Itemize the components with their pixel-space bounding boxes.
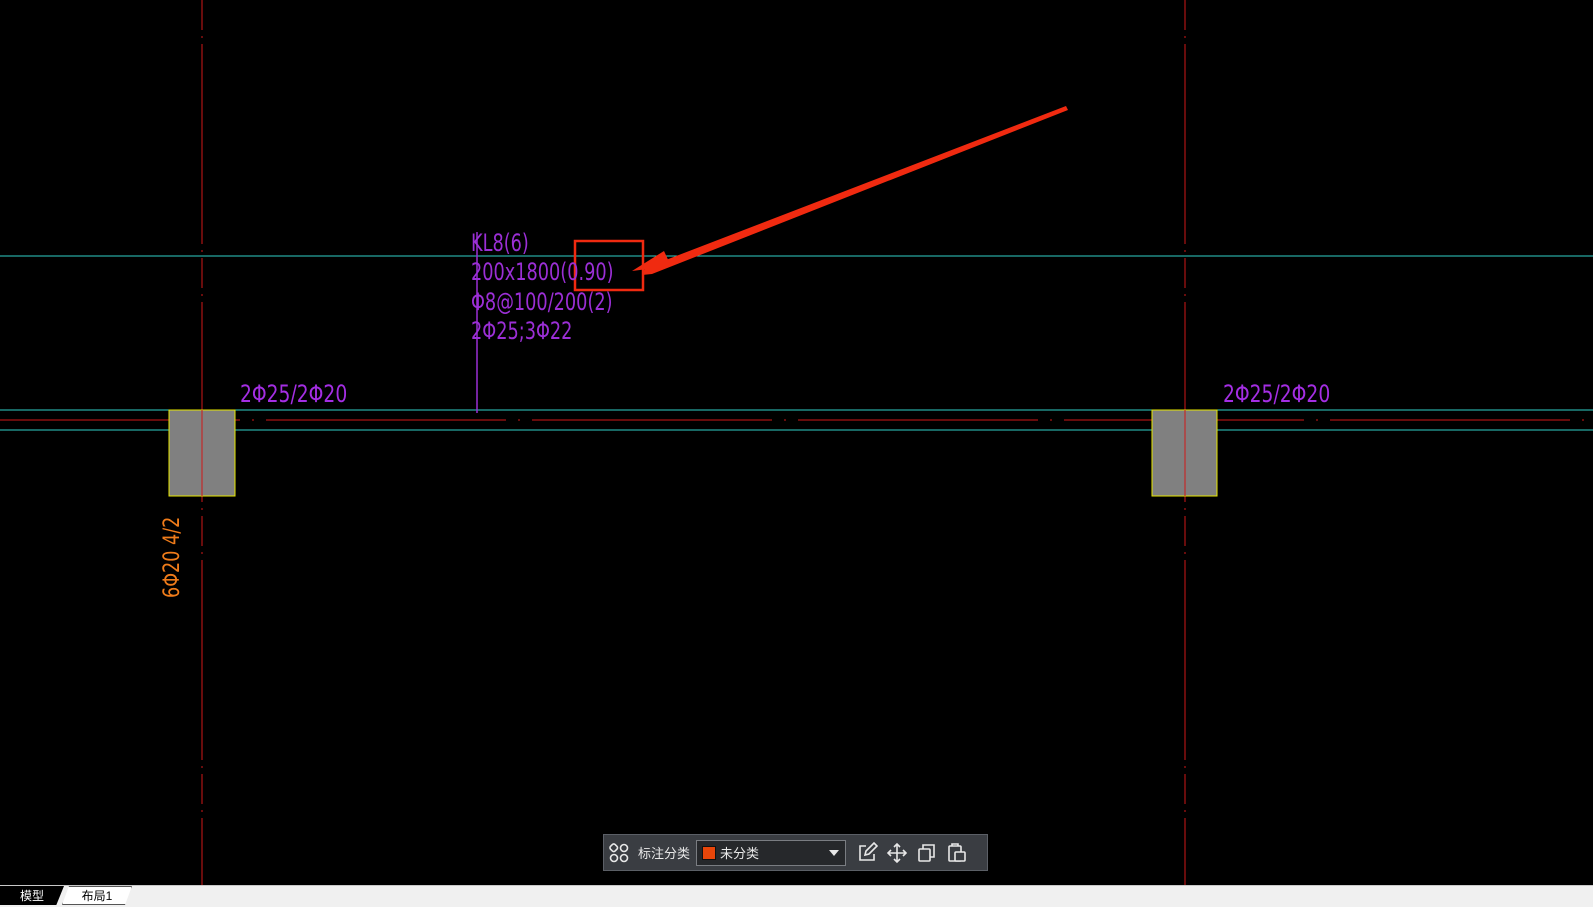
beam-label-line1: KL8(6) <box>471 229 529 257</box>
category-select[interactable]: 未分类 <box>696 839 847 866</box>
tab-model-label: 模型 <box>19 889 44 903</box>
layout-tab-strip: 模型 布局1 <box>0 885 1593 907</box>
edit-icon[interactable] <box>852 838 882 868</box>
tab-layout1[interactable]: 布局1 <box>62 886 132 905</box>
grid-icon[interactable] <box>604 838 634 868</box>
copy-icon[interactable] <box>912 838 942 868</box>
paste-icon[interactable] <box>942 838 972 868</box>
category-value: 未分类 <box>720 846 760 861</box>
category-color-swatch <box>702 845 717 860</box>
beam-label-line4: 2Φ25;3Φ22 <box>471 317 573 345</box>
chevron-down-icon <box>829 849 840 856</box>
right-support-rebar: 2Φ25/2Φ20 <box>1223 380 1331 408</box>
left-support-rebar: 2Φ25/2Φ20 <box>240 380 348 408</box>
annotation-toolbar: 标注分类 未分类 <box>603 834 988 871</box>
drawing-canvas[interactable] <box>0 0 1593 885</box>
tab-model[interactable]: 模型 <box>0 886 64 905</box>
move-icon[interactable] <box>882 838 912 868</box>
beam-label-line3: Φ8@100/200(2) <box>471 288 613 316</box>
tab-layout1-label: 布局1 <box>81 889 113 903</box>
category-label: 标注分类 <box>638 846 691 861</box>
column-rebar-text: 6Φ20 4/2 <box>160 516 185 598</box>
beam-label-line2: 200x1800(0.90) <box>471 258 614 286</box>
